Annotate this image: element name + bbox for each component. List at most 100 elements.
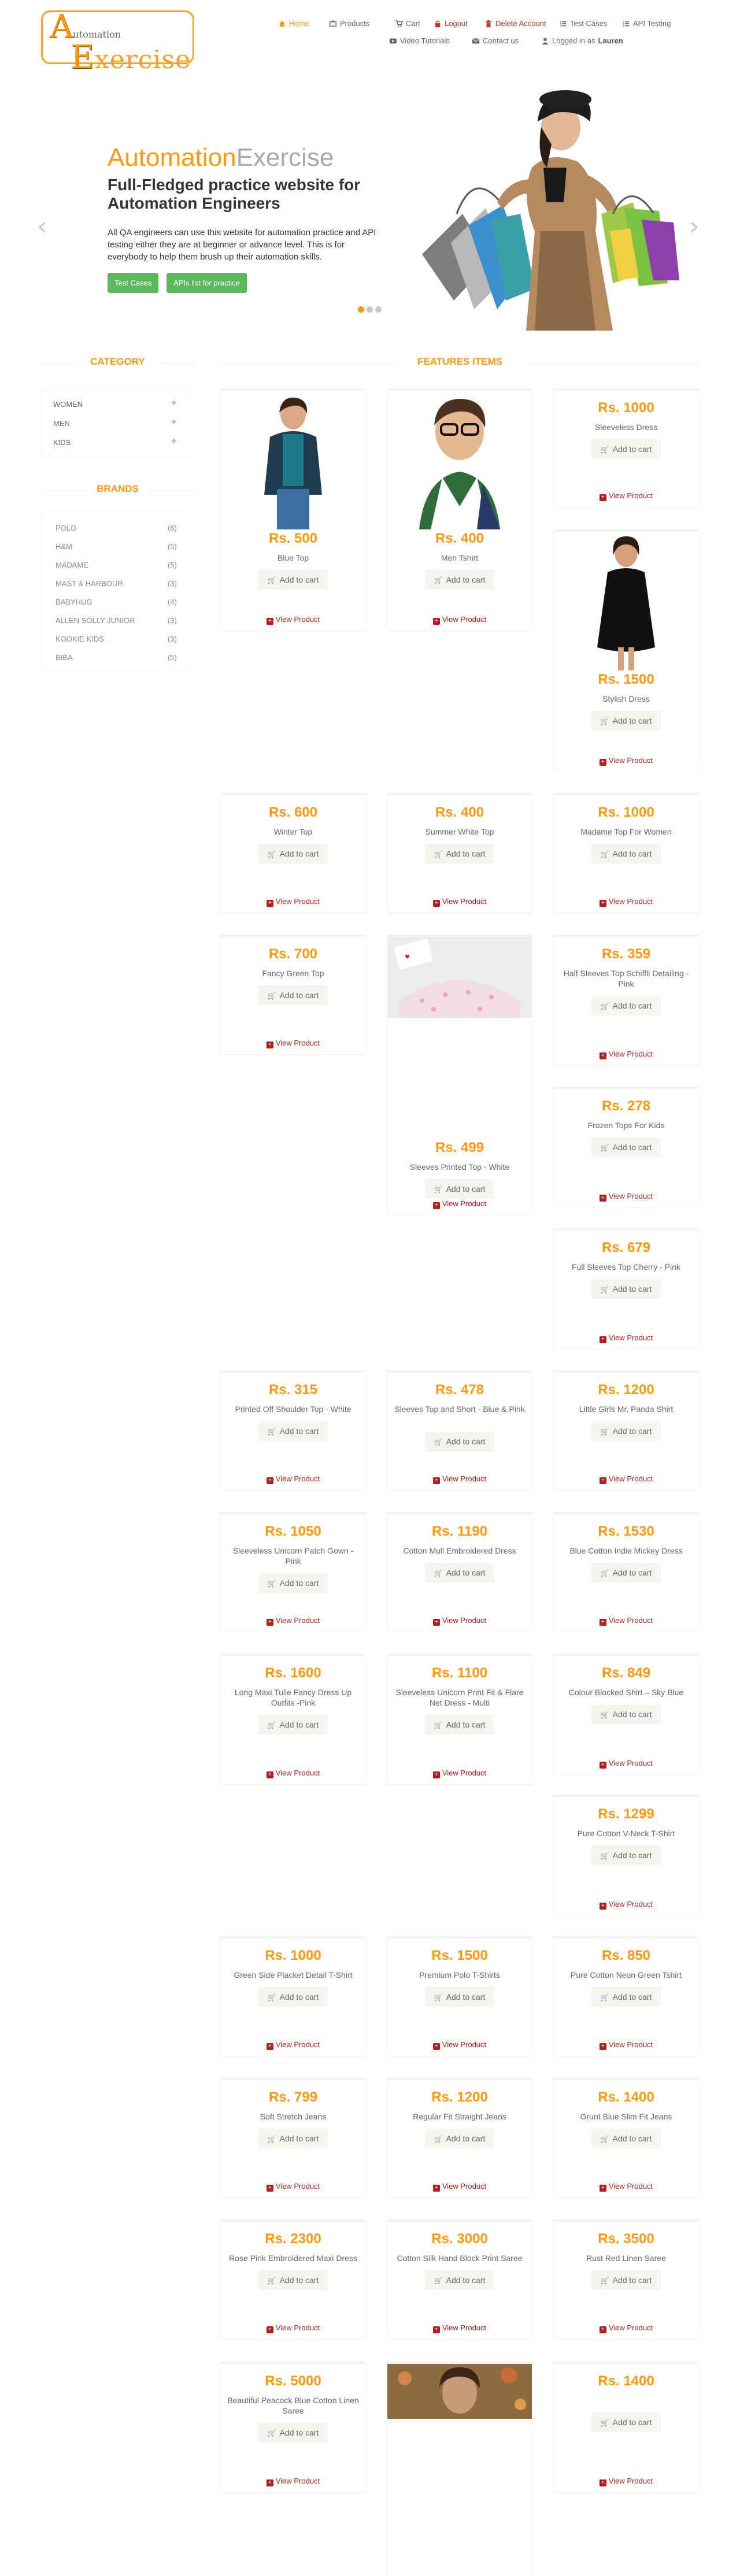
- view-product-link[interactable]: + View Product: [220, 1039, 366, 1048]
- add-to-cart-button[interactable]: 🛒 Add to cart: [425, 570, 494, 590]
- view-product-link[interactable]: + View Product: [387, 1616, 532, 1626]
- carousel-dot[interactable]: [358, 306, 364, 313]
- carousel-dot[interactable]: [375, 306, 382, 313]
- test-cases-button[interactable]: Test Cases: [108, 273, 159, 293]
- view-product-link[interactable]: + View Product: [553, 1050, 699, 1059]
- view-product-link[interactable]: + View Product: [387, 2040, 532, 2050]
- nav-delete-account[interactable]: Delete Account: [484, 19, 546, 28]
- brands-panel: [41, 511, 193, 672]
- brand-item[interactable]: Mast & Harbour: [56, 579, 123, 588]
- brand-item[interactable]: H&M: [56, 542, 72, 551]
- add-to-cart-button[interactable]: 🛒 Add to cart: [258, 1715, 328, 1734]
- view-product-link[interactable]: + View Product: [553, 2477, 699, 2486]
- view-product-link[interactable]: + View Product: [220, 1769, 366, 1778]
- brand-item[interactable]: Biba: [56, 653, 73, 662]
- view-product-link[interactable]: + View Product: [553, 1192, 699, 1202]
- add-to-cart-button[interactable]: 🛒 Add to cart: [591, 1987, 661, 2007]
- view-product-link[interactable]: + View Product: [553, 2323, 699, 2333]
- view-product-link[interactable]: + View Product: [220, 2477, 366, 2486]
- add-to-cart-button[interactable]: 🛒 Add to cart: [591, 1137, 661, 1157]
- category-item-men[interactable]: Men: [53, 419, 70, 428]
- view-product-link[interactable]: + View Product: [220, 2182, 366, 2192]
- view-product-link[interactable]: + View Product: [220, 2040, 366, 2050]
- nav-logout[interactable]: Logout: [434, 19, 468, 28]
- view-product-link[interactable]: + View Product: [553, 1333, 699, 1343]
- add-to-cart-button[interactable]: 🛒 Add to cart: [425, 1987, 494, 2007]
- view-product-link[interactable]: + View Product: [553, 897, 699, 907]
- view-product-link[interactable]: + View Product: [220, 897, 366, 907]
- view-product-link[interactable]: + View Product: [553, 2182, 699, 2192]
- add-to-cart-button[interactable]: 🛒 Add to cart: [591, 1279, 661, 1299]
- add-to-cart-label: Add to cart: [279, 2428, 319, 2437]
- category-item-kids[interactable]: Kids: [53, 438, 71, 447]
- view-product-link[interactable]: + View Product: [387, 2323, 532, 2333]
- nav-cart[interactable]: Cart: [395, 19, 420, 28]
- apis-list-button[interactable]: APIs list for practice: [166, 273, 247, 293]
- site-logo[interactable]: Automation Exercise: [41, 10, 194, 74]
- category-item-women[interactable]: Women: [53, 400, 83, 409]
- carousel-dot[interactable]: [367, 306, 373, 313]
- add-to-cart-button[interactable]: 🛒 Add to cart: [258, 2270, 328, 2290]
- add-to-cart-button[interactable]: 🛒 Add to cart: [591, 844, 661, 863]
- add-to-cart-button[interactable]: 🛒 Add to cart: [591, 2412, 661, 2432]
- add-to-cart-button[interactable]: 🛒 Add to cart: [425, 1432, 494, 1451]
- add-to-cart-button[interactable]: 🛒 Add to cart: [425, 1179, 494, 1199]
- add-to-cart-button[interactable]: 🛒 Add to cart: [591, 2129, 661, 2148]
- view-product-link[interactable]: + View Product: [553, 756, 699, 766]
- view-product-link[interactable]: + View Product: [553, 1616, 699, 1626]
- brand-item[interactable]: Allen Solly Junior: [56, 616, 135, 625]
- add-to-cart-button[interactable]: 🛒 Add to cart: [591, 1563, 661, 1582]
- view-product-link[interactable]: + View Product: [553, 1900, 699, 1910]
- view-product-link[interactable]: + View Product: [387, 615, 532, 625]
- carousel-next-arrow[interactable]: ›: [689, 212, 700, 241]
- view-product-link[interactable]: + View Product: [387, 897, 532, 907]
- view-product-link[interactable]: + View Product: [553, 1759, 699, 1769]
- add-to-cart-button[interactable]: 🛒 Add to cart: [425, 1715, 494, 1734]
- product-name: Full Sleeves Top Cherry - Pink: [571, 1262, 681, 1272]
- add-to-cart-button[interactable]: 🛒 Add to cart: [591, 711, 661, 731]
- add-to-cart-button[interactable]: 🛒 Add to cart: [258, 2129, 328, 2148]
- add-to-cart-button[interactable]: 🛒 Add to cart: [258, 2423, 328, 2442]
- add-to-cart-button[interactable]: 🛒 Add to cart: [258, 985, 328, 1005]
- add-to-cart-button[interactable]: 🛒 Add to cart: [425, 2129, 494, 2148]
- add-to-cart-button[interactable]: 🛒 Add to cart: [591, 439, 661, 459]
- add-to-cart-button[interactable]: 🛒 Add to cart: [591, 1421, 661, 1441]
- view-product-link[interactable]: + View Product: [387, 1769, 532, 1778]
- view-product-link[interactable]: + View Product: [220, 1474, 366, 1484]
- add-to-cart-button[interactable]: 🛒 Add to cart: [258, 1573, 328, 1593]
- add-to-cart-button[interactable]: 🛒 Add to cart: [258, 1421, 328, 1441]
- nav-home[interactable]: Home: [278, 19, 309, 28]
- view-product-link[interactable]: + View Product: [220, 2323, 366, 2333]
- add-to-cart-button[interactable]: 🛒 Add to cart: [258, 570, 328, 590]
- brand-item[interactable]: Madame: [56, 561, 88, 569]
- view-product-link[interactable]: + View Product: [387, 1474, 532, 1484]
- view-product-link[interactable]: + View Product: [553, 491, 699, 501]
- add-to-cart-button[interactable]: 🛒 Add to cart: [258, 1987, 328, 2007]
- add-to-cart-button[interactable]: 🛒 Add to cart: [591, 1845, 661, 1865]
- nav-api-testing[interactable]: API Testing: [622, 19, 671, 28]
- brand-item[interactable]: Kookie Kids: [56, 635, 104, 643]
- brand-item[interactable]: Polo: [56, 524, 76, 532]
- add-to-cart-button[interactable]: 🛒 Add to cart: [425, 844, 494, 863]
- nav-contact-us[interactable]: Contact us: [472, 36, 519, 45]
- view-product-link[interactable]: + View Product: [387, 1199, 532, 1209]
- nav-products[interactable]: Products: [329, 19, 369, 28]
- add-to-cart-button[interactable]: 🛒 Add to cart: [258, 844, 328, 863]
- add-to-cart-button[interactable]: 🛒 Add to cart: [591, 996, 661, 1015]
- expand-plus-icon[interactable]: +: [171, 417, 176, 428]
- add-to-cart-button[interactable]: 🛒 Add to cart: [425, 2270, 494, 2290]
- nav-video-tutorials[interactable]: Video Tutorials: [389, 36, 450, 45]
- nav-test-cases[interactable]: Test Cases: [559, 19, 607, 28]
- carousel-prev-arrow[interactable]: ‹: [37, 212, 47, 241]
- view-product-link[interactable]: + View Product: [220, 615, 366, 625]
- add-to-cart-button[interactable]: 🛒 Add to cart: [425, 1563, 494, 1582]
- view-product-link[interactable]: + View Product: [387, 2182, 532, 2192]
- view-product-link[interactable]: + View Product: [220, 1616, 366, 1626]
- expand-plus-icon[interactable]: +: [171, 398, 176, 409]
- view-product-link[interactable]: + View Product: [553, 1474, 699, 1484]
- add-to-cart-button[interactable]: 🛒 Add to cart: [591, 2270, 661, 2290]
- brand-item[interactable]: Babyhug: [56, 598, 92, 606]
- view-product-link[interactable]: + View Product: [553, 2040, 699, 2050]
- expand-plus-icon[interactable]: +: [171, 436, 176, 447]
- add-to-cart-button[interactable]: 🛒 Add to cart: [591, 1704, 661, 1724]
